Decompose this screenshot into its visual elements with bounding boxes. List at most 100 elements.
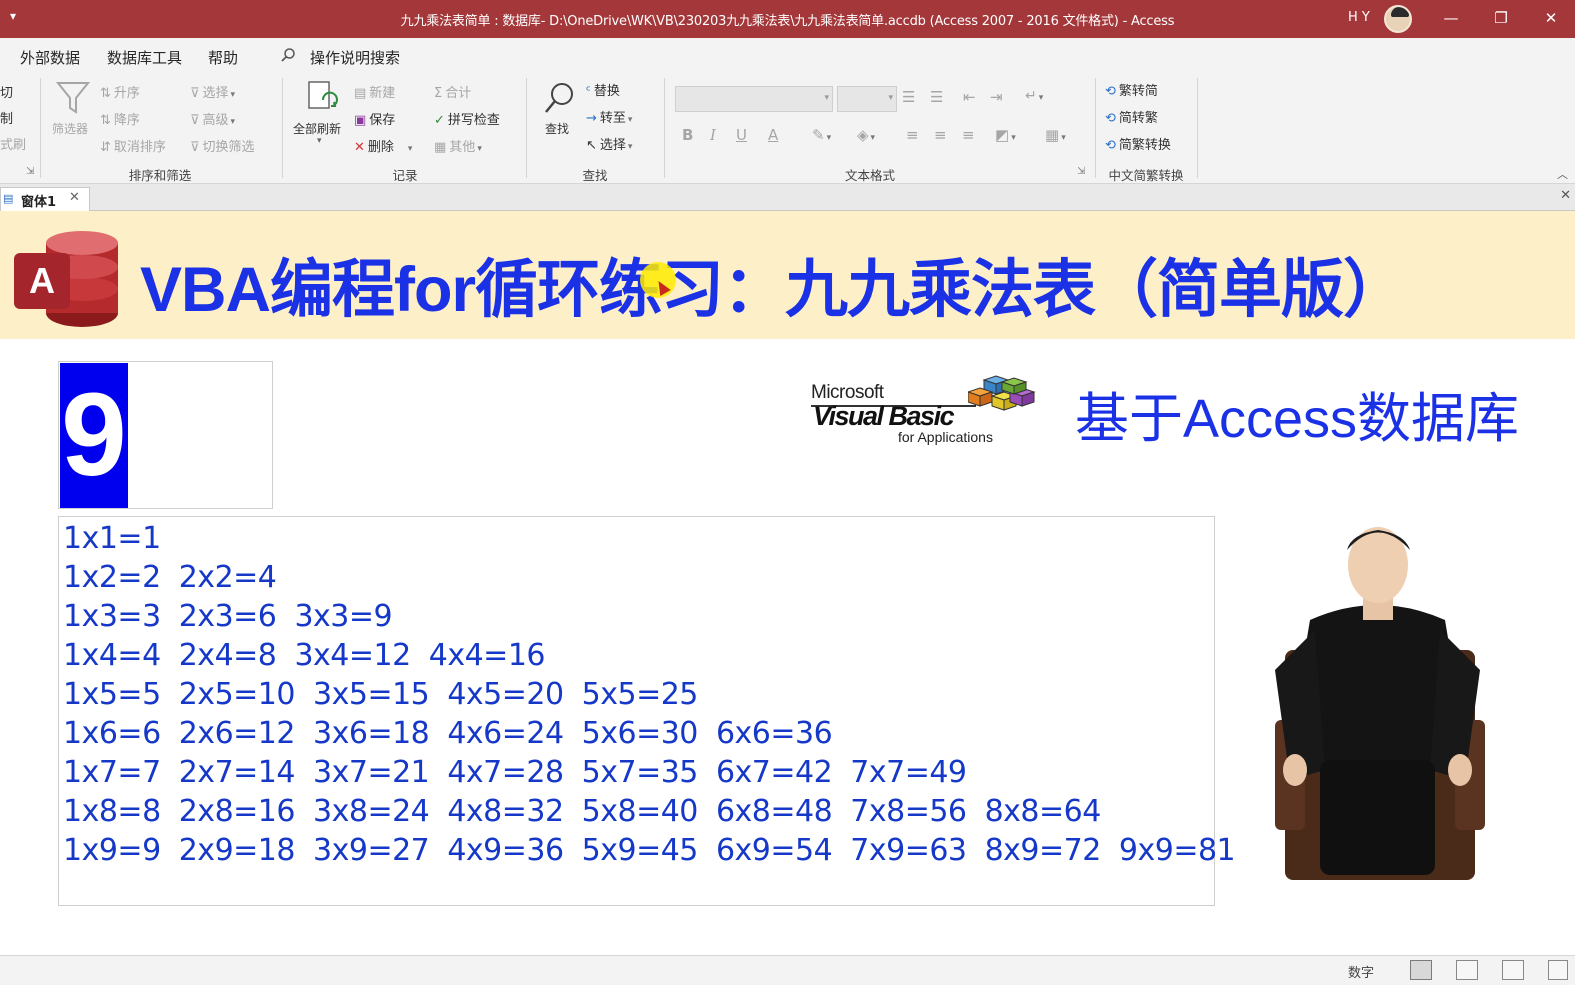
refresh-all-dropdown-icon[interactable]: ▾: [317, 136, 322, 146]
convert-icon: ⟲: [1105, 111, 1116, 126]
table-line: 1x3=3 2x3=6 3x3=9: [63, 599, 393, 634]
numbered-list-icon[interactable]: ☰: [930, 88, 943, 106]
convert-button[interactable]: ⟲ 简繁转换: [1105, 134, 1171, 153]
table-line: 1x2=2 2x2=4: [63, 560, 277, 595]
save-icon: ▣: [354, 113, 367, 128]
sort-descending-icon: ⇅: [100, 113, 111, 128]
replace-button[interactable]: ᶜ 替换: [586, 80, 620, 99]
bullet-list-icon[interactable]: ☰: [902, 88, 915, 106]
bold-button[interactable]: B: [682, 126, 693, 144]
status-bar: 数字: [0, 955, 1575, 985]
arrow-right-icon: →: [586, 111, 597, 126]
to-traditional-button[interactable]: ⟲ 简转繁: [1105, 107, 1158, 126]
underline-button[interactable]: U: [736, 126, 747, 144]
descending-button[interactable]: ⇅ 降序: [100, 109, 140, 128]
alternate-row-color-icon[interactable]: ◩ ▾: [995, 126, 1016, 144]
minimize-button[interactable]: —: [1428, 0, 1474, 38]
new-record-button[interactable]: ▤ 新建: [354, 82, 395, 101]
align-right-icon[interactable]: ≡: [962, 126, 975, 144]
toggle-filter-icon: ⊽: [190, 140, 200, 155]
close-tab-icon[interactable]: ✕: [69, 190, 80, 205]
find-button[interactable]: 查找: [545, 120, 569, 137]
fill-color-icon[interactable]: ◈ ▾: [857, 126, 875, 144]
more-records-button[interactable]: ▦ 其他 ▾: [434, 136, 482, 155]
number-textbox[interactable]: 9: [58, 361, 273, 509]
advanced-filter-button[interactable]: ⊽ 高级 ▾: [190, 109, 235, 128]
convert-icon: ⟲: [1105, 138, 1116, 153]
tab-help[interactable]: 帮助: [208, 47, 238, 68]
form-icon: ▤: [3, 192, 14, 205]
table-line: 1x5=5 2x5=10 3x5=15 4x5=20 5x5=25: [63, 677, 698, 712]
decrease-indent-icon[interactable]: ⇤: [963, 88, 976, 106]
selection-filter-button[interactable]: ⊽ 选择 ▾: [190, 82, 235, 101]
to-simplified-button[interactable]: ⟲ 繁转简: [1105, 80, 1158, 99]
group-label-text-format: 文本格式: [844, 168, 895, 183]
increase-indent-icon[interactable]: ⇥: [990, 88, 1003, 106]
status-mode: 数字: [1348, 966, 1375, 981]
design-view-button[interactable]: [1548, 960, 1568, 980]
layout-view-button[interactable]: [1502, 960, 1524, 980]
subtitle: 基于Access数据库: [1075, 389, 1520, 449]
dialog-launcher-icon[interactable]: ⇲: [26, 166, 34, 177]
dialog-launcher-icon[interactable]: ⇲: [1077, 166, 1085, 177]
font-size-combo[interactable]: ▾: [837, 86, 897, 112]
totals-button[interactable]: Σ 合计: [434, 82, 471, 101]
format-painter-button[interactable]: 式刷: [0, 134, 26, 153]
document-tab-bar: ▤ 窗体1 ✕ ✕: [0, 184, 1575, 211]
paragraph-direction-icon[interactable]: ↵ ▾: [1025, 88, 1043, 104]
delete-record-button[interactable]: ✕ 删除 ▾: [354, 136, 412, 155]
datasheet-view-button[interactable]: [1456, 960, 1478, 980]
gridlines-icon[interactable]: ▦ ▾: [1045, 126, 1066, 144]
align-center-icon[interactable]: ≡: [934, 126, 947, 144]
cut-button[interactable]: 切: [0, 82, 13, 101]
table-line: 1x1=1: [63, 521, 161, 556]
toggle-filter-button[interactable]: ⊽ 切换筛选: [190, 136, 255, 155]
tell-me-search[interactable]: 操作说明搜索: [310, 47, 400, 68]
copy-button[interactable]: 制: [0, 108, 13, 127]
user-name[interactable]: H Y: [1348, 10, 1370, 25]
select-button[interactable]: ↖ 选择 ▾: [586, 134, 632, 153]
multiplication-table-textbox[interactable]: 1x1=1 1x2=2 2x2=4 1x3=3 2x3=6 3x3=9 1x4=…: [58, 516, 1236, 906]
restore-button[interactable]: ❐: [1478, 0, 1524, 38]
page-title: VBA编程for循环练习：九九乘法表（简单版）: [140, 255, 1406, 325]
tab-form1-label: 窗体1: [21, 195, 57, 210]
tab-database-tools[interactable]: 数据库工具: [107, 47, 182, 68]
spelling-button[interactable]: ✓ 拼写检查: [434, 109, 500, 128]
tab-form1[interactable]: ▤ 窗体1 ✕: [0, 187, 90, 211]
table-line: 1x8=8 2x8=16 3x8=24 4x8=32 5x8=40 6x8=48…: [63, 794, 1101, 829]
refresh-all-button[interactable]: 全部刷新: [293, 120, 341, 137]
highlight-icon[interactable]: ✎ ▾: [812, 126, 831, 144]
table-line: 1x7=7 2x7=14 3x7=21 4x7=28 5x7=35 6x7=42…: [63, 755, 967, 790]
window-title: 九九乘法表简单 : 数据库- D:\OneDrive\WK\VB\230203九…: [400, 14, 1175, 29]
delete-icon: ✕: [354, 140, 365, 155]
vba-logo-visual-basic: Visual Basic: [813, 401, 955, 431]
italic-button[interactable]: I: [710, 126, 716, 144]
remove-sort-button[interactable]: ⇵ 取消排序: [100, 136, 166, 155]
title-bar: ▾ 九九乘法表简单 : 数据库- D:\OneDrive\WK\VB\23020…: [0, 0, 1575, 38]
refresh-all-icon: [308, 81, 338, 109]
ribbon-tabs: 外部数据 数据库工具 帮助 操作说明搜索: [0, 38, 1575, 72]
align-left-icon[interactable]: ≡: [906, 126, 919, 144]
font-name-combo[interactable]: ▾: [675, 86, 833, 112]
group-label-sort-filter: 排序和筛选: [128, 168, 192, 183]
filter-button[interactable]: 筛选器: [52, 120, 88, 137]
goto-button[interactable]: → 转至 ▾: [586, 107, 632, 126]
replace-icon: ᶜ: [586, 84, 591, 99]
save-record-button[interactable]: ▣ 保存: [354, 109, 395, 128]
pointer-icon: ↖: [586, 138, 597, 153]
tab-external-data[interactable]: 外部数据: [20, 47, 80, 68]
number-value: 9: [60, 363, 128, 508]
access-logo-icon: A: [14, 231, 118, 327]
avatar[interactable]: [1384, 5, 1412, 33]
search-icon: [281, 48, 295, 62]
vba-logo: Microsoft Visual Basic for Applications: [810, 372, 1046, 452]
form-view-button[interactable]: [1410, 960, 1432, 980]
remove-sort-icon: ⇵: [100, 140, 111, 155]
ascending-button[interactable]: ⇅ 升序: [100, 82, 140, 101]
convert-icon: ⟲: [1105, 84, 1116, 99]
close-window-button[interactable]: ✕: [1528, 0, 1574, 38]
close-document-icon[interactable]: ✕: [1560, 188, 1571, 203]
filter-icon: [56, 82, 90, 114]
font-color-button[interactable]: A: [768, 126, 778, 144]
collapse-ribbon-icon[interactable]: ︿: [1557, 166, 1568, 182]
